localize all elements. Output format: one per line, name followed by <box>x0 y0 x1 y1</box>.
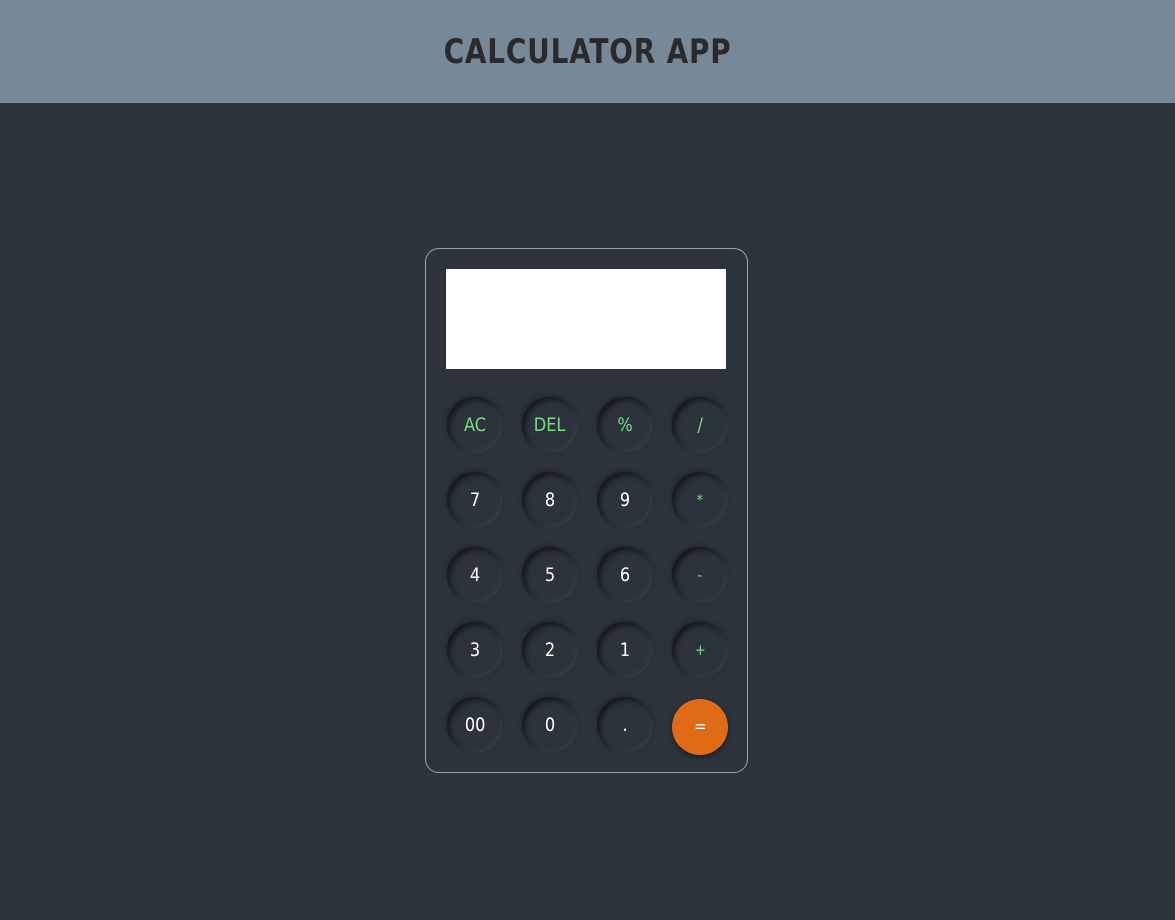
divide-label: / <box>697 414 703 436</box>
digit-1-button[interactable]: 1 <box>597 622 653 678</box>
digit-7-label: 7 <box>469 489 481 511</box>
minus-label: - <box>697 566 703 584</box>
decimal-point-label: . <box>622 714 628 736</box>
double-zero-label: 00 <box>464 714 486 736</box>
digit-8-button[interactable]: 8 <box>522 472 578 528</box>
equals-label: = <box>693 717 707 737</box>
digit-5-button[interactable]: 5 <box>522 547 578 603</box>
digit-6-button[interactable]: 6 <box>597 547 653 603</box>
digit-4-button[interactable]: 4 <box>447 547 503 603</box>
digit-7-button[interactable]: 7 <box>447 472 503 528</box>
digit-2-button[interactable]: 2 <box>522 622 578 678</box>
clear-all-label: AC <box>463 414 487 436</box>
digit-6-label: 6 <box>619 564 631 586</box>
calculator-display[interactable] <box>446 269 726 369</box>
digit-4-label: 4 <box>469 564 481 586</box>
multiply-button[interactable]: * <box>672 472 728 528</box>
digit-9-button[interactable]: 9 <box>597 472 653 528</box>
percent-button[interactable]: % <box>597 397 653 453</box>
delete-label: DEL <box>534 414 566 436</box>
digit-0-button[interactable]: 0 <box>522 697 578 753</box>
digit-1-label: 1 <box>619 639 631 661</box>
double-zero-button[interactable]: 00 <box>447 697 503 753</box>
digit-5-label: 5 <box>544 564 556 586</box>
delete-button[interactable]: DEL <box>522 397 578 453</box>
equals-button[interactable]: = <box>672 699 728 755</box>
divide-button[interactable]: / <box>672 397 728 453</box>
percent-label: % <box>617 414 633 436</box>
digit-3-button[interactable]: 3 <box>447 622 503 678</box>
digit-2-label: 2 <box>544 639 556 661</box>
plus-label: + <box>694 641 706 659</box>
page-title: CALCULATOR APP <box>443 31 732 72</box>
minus-button[interactable]: - <box>672 547 728 603</box>
digit-0-label: 0 <box>544 714 556 736</box>
digit-9-label: 9 <box>619 489 631 511</box>
app-header: CALCULATOR APP <box>0 0 1175 103</box>
plus-button[interactable]: + <box>672 622 728 678</box>
multiply-label: * <box>696 491 704 509</box>
calculator-panel: AC DEL % / 7 8 9 * 4 5 6 - 3 2 1 + 00 0 … <box>425 248 748 773</box>
clear-all-button[interactable]: AC <box>447 397 503 453</box>
digit-3-label: 3 <box>469 639 481 661</box>
digit-8-label: 8 <box>544 489 556 511</box>
decimal-point-button[interactable]: . <box>597 697 653 753</box>
